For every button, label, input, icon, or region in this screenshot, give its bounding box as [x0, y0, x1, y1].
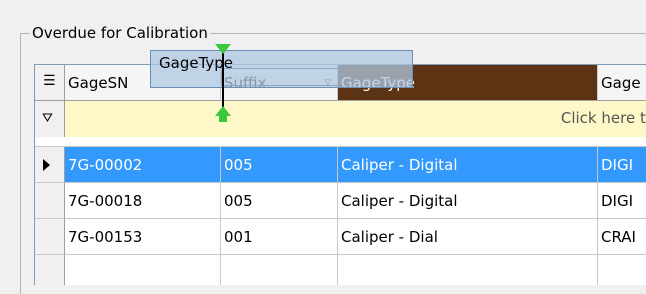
column-chooser-icon: ☰	[43, 73, 56, 89]
row-indicator[interactable]	[35, 219, 65, 255]
cell-gagesn[interactable]: 7G-00002	[65, 147, 221, 183]
table-row[interactable]: 7G-00002 005 Caliper - Digital DIGI	[35, 147, 646, 183]
drop-arrow-down-icon	[215, 44, 231, 54]
drag-ghost-inner	[221, 68, 341, 86]
filter-hint[interactable]: Click here to	[561, 109, 646, 127]
filter-row[interactable]: ⛛ Click here to	[35, 101, 646, 138]
cell-gage[interactable]	[598, 255, 646, 285]
cell-suffix[interactable]: 005	[221, 183, 338, 219]
cell-suffix[interactable]: 005	[221, 147, 338, 183]
cell-gage[interactable]: DIGI	[598, 147, 646, 183]
drop-arrow-stem	[219, 116, 227, 122]
groupbox-title: Overdue for Calibration	[30, 24, 210, 42]
filter-row-selector: ⛛	[35, 101, 65, 137]
cell-gagesn[interactable]: 7G-00153	[65, 219, 221, 255]
calibration-grid[interactable]: ☰ GageSN Suffix ▿ GageType Gage ⛛ Click …	[34, 64, 646, 285]
cell-gage[interactable]: CRAI	[598, 219, 646, 255]
cell-gagesn[interactable]: 7G-00018	[65, 183, 221, 219]
row-indicator[interactable]	[35, 255, 65, 285]
filter-icon: ⛛	[42, 111, 53, 126]
table-row[interactable]: 7G-00153 001 Caliper - Dial CRAI	[35, 219, 646, 255]
cell-gagesn[interactable]	[65, 255, 221, 285]
header-gage[interactable]: Gage	[598, 65, 646, 101]
cell-suffix[interactable]	[221, 255, 338, 285]
filter-separator	[35, 137, 646, 147]
row-pointer-icon	[43, 159, 50, 171]
drop-arrow-up-icon	[215, 106, 231, 116]
cell-gage[interactable]: DIGI	[598, 183, 646, 219]
cell-gagetype[interactable]	[338, 255, 598, 285]
cell-gagetype[interactable]: Caliper - Digital	[338, 183, 598, 219]
cell-gagetype[interactable]: Caliper - Digital	[338, 147, 598, 183]
row-indicator[interactable]	[35, 183, 65, 219]
table-row[interactable]: 7G-00018 005 Caliper - Digital DIGI	[35, 183, 646, 219]
column-drag-ghost[interactable]: GageType	[150, 50, 413, 88]
table-row[interactable]	[35, 255, 646, 285]
row-indicator[interactable]	[35, 147, 65, 183]
cell-gagetype[interactable]: Caliper - Dial	[338, 219, 598, 255]
column-chooser-button[interactable]: ☰	[35, 65, 65, 101]
cell-suffix[interactable]: 001	[221, 219, 338, 255]
